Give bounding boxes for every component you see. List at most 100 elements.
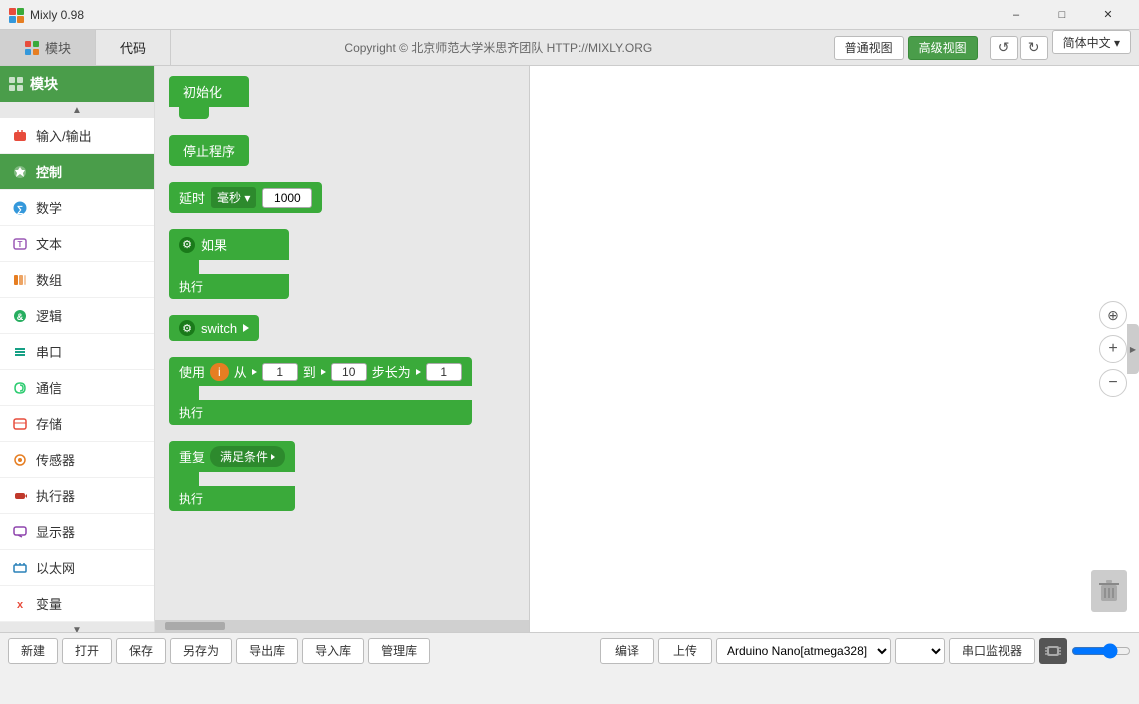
if-gear-icon[interactable]: ⚙: [179, 237, 195, 253]
switch-gear-icon[interactable]: ⚙: [179, 320, 195, 336]
text-icon: T: [12, 236, 28, 252]
switch-arrow-icon: [243, 324, 249, 332]
sidebar-item-variable[interactable]: x 变量: [0, 586, 154, 622]
export-lib-button[interactable]: 导出库: [236, 638, 298, 664]
language-button[interactable]: 简体中文 ▾: [1052, 30, 1131, 54]
repeat-block[interactable]: 重复 满足条件 执行: [169, 441, 295, 511]
svg-text:T: T: [18, 240, 23, 249]
switch-block[interactable]: ⚙ switch: [169, 315, 259, 341]
blocks-icon: [24, 40, 40, 56]
sidebar-item-math[interactable]: ∑ 数学: [0, 190, 154, 226]
svg-text:x: x: [17, 599, 24, 611]
minimize-button[interactable]: –: [993, 0, 1039, 30]
window-controls: – □ ✕: [993, 0, 1131, 30]
comm-icon: [12, 380, 28, 396]
horizontal-scrollbar[interactable]: [155, 620, 529, 632]
display-icon: [12, 524, 28, 540]
ethernet-icon: [12, 560, 28, 576]
manage-lib-button[interactable]: 管理库: [368, 638, 430, 664]
compile-button[interactable]: 编译: [600, 638, 654, 664]
storage-icon: [12, 416, 28, 432]
sidebar-item-text[interactable]: T 文本: [0, 226, 154, 262]
code-blocks-area: 初始化 停止程序 延时 毫秒 ▾: [155, 66, 529, 632]
hscroll-thumb[interactable]: [165, 622, 225, 630]
array-icon: [12, 272, 28, 288]
sidebar-item-actuator[interactable]: 执行器: [0, 478, 154, 514]
delay-block[interactable]: 延时 毫秒 ▾: [169, 182, 322, 213]
sidebar-scroll-up[interactable]: ▲: [0, 102, 154, 118]
svg-text:&: &: [17, 312, 24, 322]
canvas-area: ⊕ + − ▶: [529, 66, 1139, 632]
sidebar-item-logic[interactable]: & 逻辑: [0, 298, 154, 334]
undo-button[interactable]: ↺: [990, 36, 1018, 60]
open-button[interactable]: 打开: [62, 638, 112, 664]
sidebar-item-display[interactable]: 显示器: [0, 514, 154, 550]
if-block[interactable]: ⚙ 如果 执行: [169, 229, 289, 299]
serial-monitor-button[interactable]: 串口监视器: [949, 638, 1035, 664]
io-icon: [12, 128, 28, 144]
sidebar-item-serial[interactable]: 串口: [0, 334, 154, 370]
repeat-cond-arrow: [271, 454, 275, 460]
port-select[interactable]: [895, 638, 945, 664]
delay-unit-select[interactable]: 毫秒 ▾: [211, 187, 256, 208]
redo-button[interactable]: ↻: [1020, 36, 1048, 60]
sidebar-header-label: 模块: [30, 74, 58, 94]
new-button[interactable]: 新建: [8, 638, 58, 664]
sidebar-item-comm[interactable]: 通信: [0, 370, 154, 406]
zoom-out-button[interactable]: −: [1099, 369, 1127, 397]
code-scroll-container[interactable]: 初始化 停止程序 延时 毫秒 ▾: [155, 66, 517, 632]
logic-icon: &: [12, 308, 28, 324]
sidebar-item-storage[interactable]: 存储: [0, 406, 154, 442]
sidebar: 模块 ▲ 输入/输出 控制 ∑ 数学 T 文本: [0, 66, 155, 632]
for-step-arrow: [416, 369, 421, 375]
tab-blocks[interactable]: 模块: [0, 30, 96, 65]
app-icon: [8, 7, 24, 23]
sidebar-item-array[interactable]: 数组: [0, 262, 154, 298]
for-block[interactable]: 使用 i 从 到 步长为 执行: [169, 357, 472, 425]
titlebar: Mixly 0.98 – □ ✕: [0, 0, 1139, 30]
sidebar-item-io[interactable]: 输入/输出: [0, 118, 154, 154]
save-as-button[interactable]: 另存为: [170, 638, 232, 664]
zoom-controls: ⊕ + −: [1099, 301, 1127, 397]
tabbar: 模块 代码 Copyright © 北京师范大学米思齐团队 HTTP://MIX…: [0, 30, 1139, 66]
save-button[interactable]: 保存: [116, 638, 166, 664]
init-block[interactable]: 初始化: [169, 76, 249, 119]
chip-icon: [1039, 638, 1067, 664]
normal-view-button[interactable]: 普通视图: [834, 36, 904, 60]
maximize-button[interactable]: □: [1039, 0, 1085, 30]
statusbar: 新建 打开 保存 另存为 导出库 导入库 管理库 编译 上传 Arduino N…: [0, 632, 1139, 668]
for-start-input[interactable]: [262, 363, 298, 381]
board-select[interactable]: Arduino Nano[atmega328]: [716, 638, 891, 664]
stop-block[interactable]: 停止程序: [169, 135, 249, 166]
for-from-arrow: [252, 369, 257, 375]
undo-redo-controls: ↺ ↻: [986, 30, 1052, 65]
math-icon: ∑: [12, 200, 28, 216]
for-block-group: 使用 i 从 到 步长为 执行: [169, 357, 503, 425]
serial-icon: [12, 344, 28, 360]
crosshair-button[interactable]: ⊕: [1099, 301, 1127, 329]
close-button[interactable]: ✕: [1085, 0, 1131, 30]
upload-button[interactable]: 上传: [658, 638, 712, 664]
sidebar-item-sensor[interactable]: 传感器: [0, 442, 154, 478]
tab-code[interactable]: 代码: [96, 30, 171, 65]
actuator-icon: [12, 488, 28, 504]
app-title: Mixly 0.98: [30, 8, 993, 22]
delay-value-input[interactable]: [262, 188, 312, 208]
right-collapse-handle[interactable]: ▶: [1127, 324, 1139, 374]
speed-slider[interactable]: [1071, 643, 1131, 659]
import-lib-button[interactable]: 导入库: [302, 638, 364, 664]
sidebar-header: 模块: [0, 66, 154, 102]
main-area: 模块 ▲ 输入/输出 控制 ∑ 数学 T 文本: [0, 66, 1139, 632]
sidebar-item-control[interactable]: 控制: [0, 154, 154, 190]
sensor-icon: [12, 452, 28, 468]
delay-block-group: 延时 毫秒 ▾: [169, 182, 503, 213]
sidebar-item-ethernet[interactable]: 以太网: [0, 550, 154, 586]
sidebar-scroll-down[interactable]: ▼: [0, 622, 154, 632]
for-step-input[interactable]: [426, 363, 462, 381]
switch-block-group: ⚙ switch: [169, 315, 503, 341]
control-icon: [12, 164, 28, 180]
for-end-input[interactable]: [331, 363, 367, 381]
zoom-in-button[interactable]: +: [1099, 335, 1127, 363]
advanced-view-button[interactable]: 高级视图: [908, 36, 978, 60]
if-block-group: ⚙ 如果 执行: [169, 229, 503, 299]
